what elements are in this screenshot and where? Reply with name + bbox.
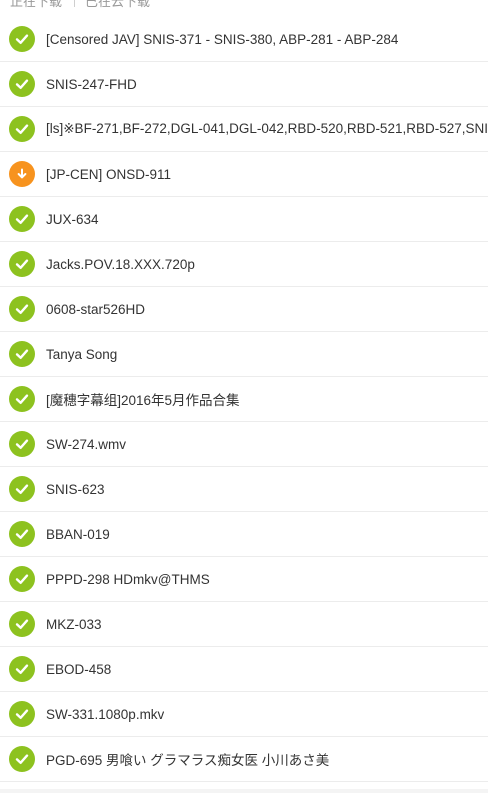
check-icon xyxy=(9,116,35,142)
download-task-list: [Censored JAV] SNIS-371 - SNIS-380, ABP-… xyxy=(0,17,488,782)
download-task-row[interactable]: Tanya Song xyxy=(0,332,488,377)
download-tabs: 正在下载 已在云下载 xyxy=(0,0,488,11)
download-task-row[interactable]: PPPD-298 HDmkv@THMS xyxy=(0,557,488,602)
task-name: SW-274.wmv xyxy=(46,436,127,452)
check-icon xyxy=(9,521,35,547)
download-task-row[interactable]: JUX-634 xyxy=(0,197,488,242)
check-icon xyxy=(9,566,35,592)
check-icon xyxy=(9,206,35,232)
task-name: PPPD-298 HDmkv@THMS xyxy=(46,571,210,587)
tab-downloading[interactable]: 正在下载 xyxy=(0,0,74,10)
check-icon xyxy=(9,26,35,52)
download-task-row[interactable]: SNIS-247-FHD xyxy=(0,62,488,107)
tab-cloud-downloaded[interactable]: 已在云下载 xyxy=(75,0,162,10)
download-task-row[interactable]: SNIS-623 xyxy=(0,467,488,512)
download-task-row[interactable]: [ls]※BF-271,BF-272,DGL-041,DGL-042,RBD-5… xyxy=(0,107,488,152)
check-icon xyxy=(9,701,35,727)
check-icon xyxy=(9,656,35,682)
check-icon xyxy=(9,746,35,772)
task-name: [魔穗字幕组]2016年5月作品合集 xyxy=(46,393,240,408)
task-name: PGD-695 男喰い グラマラス痴女医 小川あさ美 xyxy=(46,753,330,768)
download-task-row[interactable]: [JP-CEN] ONSD-911 xyxy=(0,152,488,197)
download-task-row[interactable]: SW-331.1080p.mkv xyxy=(0,692,488,737)
task-name: MKZ-033 xyxy=(46,616,102,632)
task-name: Jacks.POV.18.XXX.720p xyxy=(46,256,195,272)
download-task-row[interactable]: BBAN-019 xyxy=(0,512,488,557)
check-icon xyxy=(9,386,35,412)
check-icon xyxy=(9,431,35,457)
task-name: SNIS-247-FHD xyxy=(46,76,137,92)
task-name: [Censored JAV] SNIS-371 - SNIS-380, ABP-… xyxy=(46,31,399,47)
download-task-row[interactable]: Jacks.POV.18.XXX.720p xyxy=(0,242,488,287)
check-icon xyxy=(9,341,35,367)
task-name: JUX-634 xyxy=(46,211,99,227)
download-task-row[interactable]: [Censored JAV] SNIS-371 - SNIS-380, ABP-… xyxy=(0,17,488,62)
download-task-row[interactable]: MKZ-033 xyxy=(0,602,488,647)
download-list-page: 正在下载 已在云下载 [Censored JAV] SNIS-371 - SNI… xyxy=(0,0,488,793)
task-name: 0608-star526HD xyxy=(46,301,146,317)
task-name: BBAN-019 xyxy=(46,526,110,542)
task-name: EBOD-458 xyxy=(46,661,112,677)
check-icon xyxy=(9,296,35,322)
download-task-row[interactable]: EBOD-458 xyxy=(0,647,488,692)
task-name: [ls]※BF-271,BF-272,DGL-041,DGL-042,RBD-5… xyxy=(46,121,488,136)
download-task-row[interactable]: 0608-star526HD xyxy=(0,287,488,332)
download-arrow-icon xyxy=(9,161,35,187)
check-icon xyxy=(9,611,35,637)
check-icon xyxy=(9,71,35,97)
check-icon xyxy=(9,476,35,502)
download-task-row[interactable]: PGD-695 男喰い グラマラス痴女医 小川あさ美 xyxy=(0,737,488,782)
list-bottom-edge xyxy=(0,789,488,793)
task-name: SNIS-623 xyxy=(46,481,105,497)
check-icon xyxy=(9,251,35,277)
task-name: SW-331.1080p.mkv xyxy=(46,706,165,722)
task-name: [JP-CEN] ONSD-911 xyxy=(46,166,172,182)
task-name: Tanya Song xyxy=(46,346,118,362)
download-task-row[interactable]: SW-274.wmv xyxy=(0,422,488,467)
download-task-row[interactable]: [魔穗字幕组]2016年5月作品合集 xyxy=(0,377,488,422)
